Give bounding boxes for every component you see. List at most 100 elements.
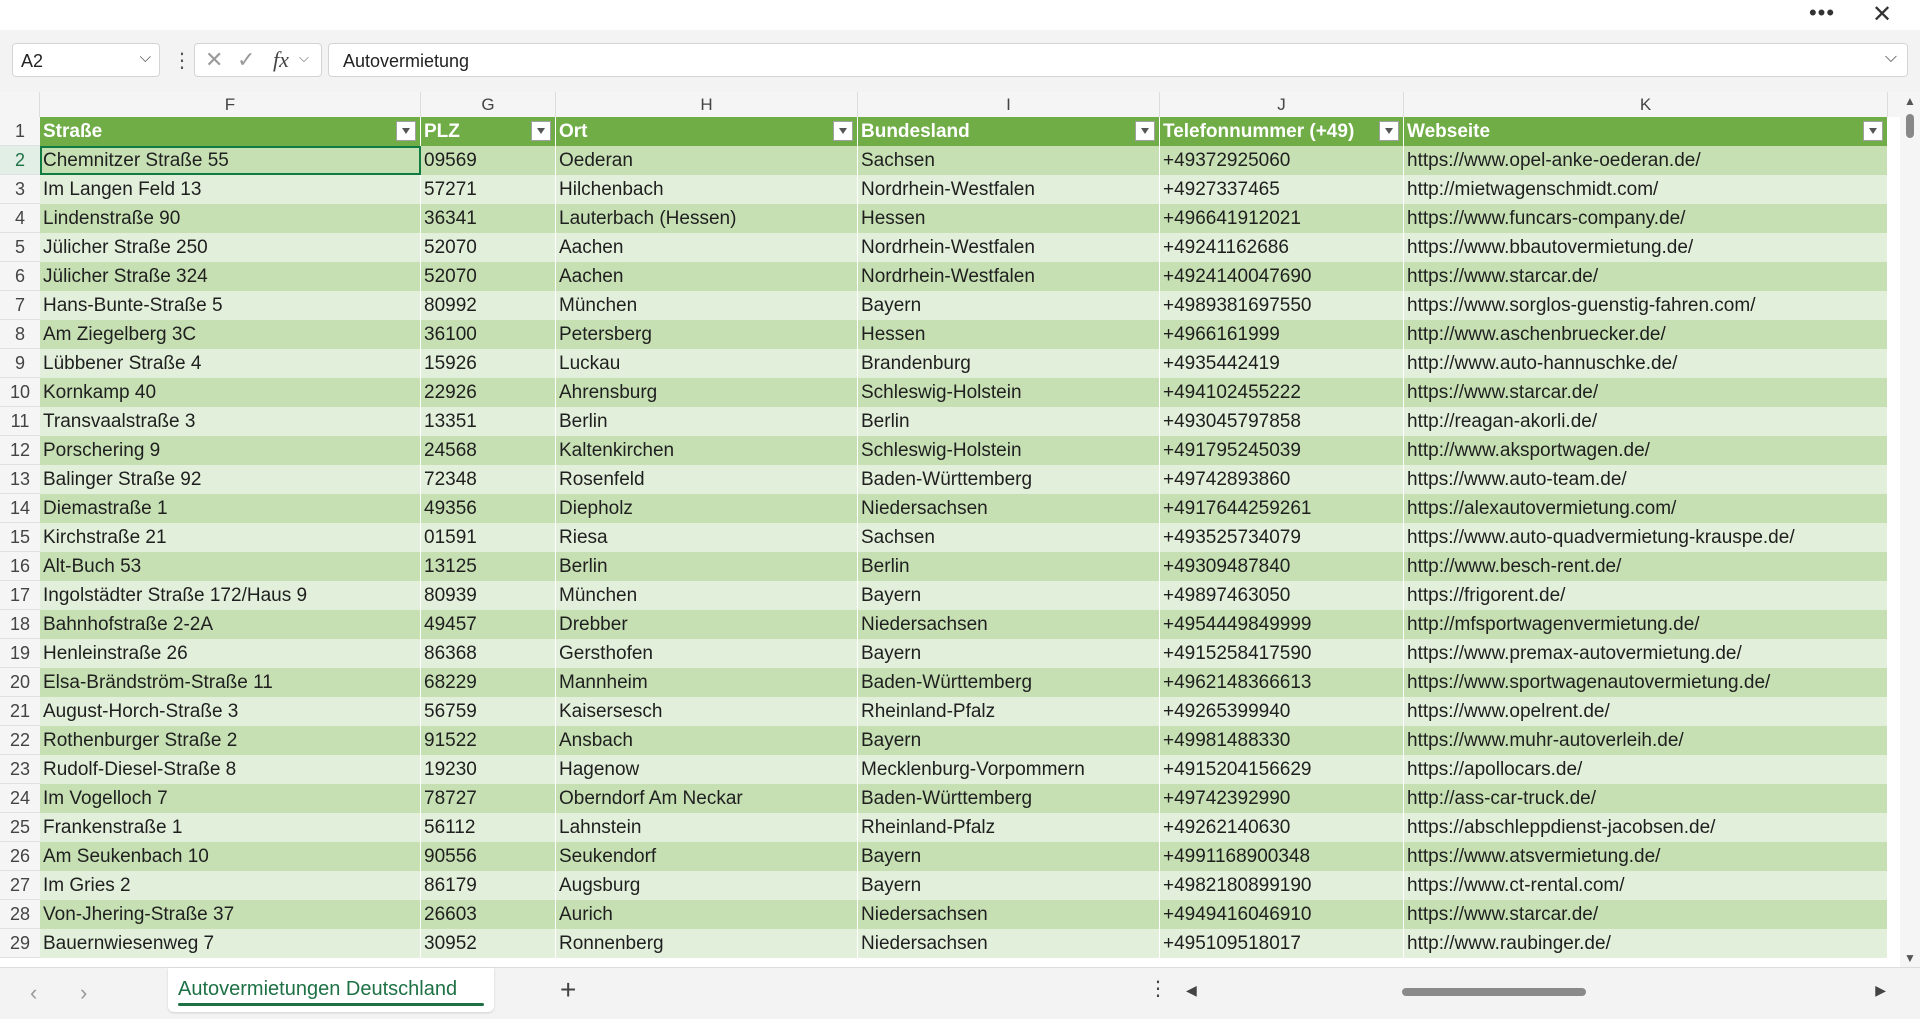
table-cell[interactable]: Berlin <box>858 407 1160 436</box>
table-cell[interactable]: https://www.atsvermietung.de/ <box>1404 842 1888 871</box>
table-cell[interactable]: http://mietwagenschmidt.com/ <box>1404 175 1888 204</box>
insert-function-icon[interactable]: fx <box>273 47 289 73</box>
table-cell[interactable]: Rothenburger Straße 2 <box>40 726 421 755</box>
column-title-cell[interactable]: Ort <box>556 117 858 146</box>
table-cell[interactable]: 36100 <box>421 320 556 349</box>
expand-formula-icon[interactable]: ⌵ <box>1885 49 1897 67</box>
column-header-j[interactable]: J <box>1160 92 1404 117</box>
table-cell[interactable]: 22926 <box>421 378 556 407</box>
table-cell[interactable]: https://frigorent.de/ <box>1404 581 1888 610</box>
table-cell[interactable]: Ronnenberg <box>556 929 858 958</box>
vertical-scroll-thumb[interactable] <box>1906 114 1914 138</box>
table-cell[interactable]: Von-Jhering-Straße 37 <box>40 900 421 929</box>
table-cell[interactable]: 24568 <box>421 436 556 465</box>
column-title-cell[interactable]: Straße <box>40 117 421 146</box>
table-cell[interactable]: Rheinland-Pfalz <box>858 697 1160 726</box>
table-cell[interactable]: 56112 <box>421 813 556 842</box>
chevron-down-icon[interactable]: ⌵ <box>299 50 309 66</box>
table-cell[interactable]: Bayern <box>858 291 1160 320</box>
table-cell[interactable]: Rosenfeld <box>556 465 858 494</box>
row-number[interactable]: 22 <box>0 726 40 755</box>
table-cell[interactable]: +493045797858 <box>1160 407 1404 436</box>
table-cell[interactable]: Brandenburg <box>858 349 1160 378</box>
table-cell[interactable]: Diepholz <box>556 494 858 523</box>
table-cell[interactable]: 56759 <box>421 697 556 726</box>
table-cell[interactable]: http://www.aksportwagen.de/ <box>1404 436 1888 465</box>
scroll-down-icon[interactable]: ▼ <box>1904 951 1916 965</box>
table-cell[interactable]: Petersberg <box>556 320 858 349</box>
table-cell[interactable]: https://www.starcar.de/ <box>1404 900 1888 929</box>
filter-dropdown-icon[interactable] <box>531 121 551 141</box>
table-cell[interactable]: Aurich <box>556 900 858 929</box>
table-cell[interactable]: Kaltenkirchen <box>556 436 858 465</box>
table-cell[interactable]: https://www.opel-anke-oederan.de/ <box>1404 146 1888 175</box>
row-number[interactable]: 29 <box>0 929 40 958</box>
table-cell[interactable]: +49372925060 <box>1160 146 1404 175</box>
table-cell[interactable]: Jülicher Straße 324 <box>40 262 421 291</box>
table-cell[interactable]: +4927337465 <box>1160 175 1404 204</box>
row-number[interactable]: 17 <box>0 581 40 610</box>
sheet-tab-active[interactable]: Autovermietungen Deutschland <box>168 968 494 1012</box>
table-cell[interactable]: +496641912021 <box>1160 204 1404 233</box>
table-cell[interactable]: 49457 <box>421 610 556 639</box>
scroll-right-icon[interactable]: ▶ <box>1875 982 1886 999</box>
scroll-left-icon[interactable]: ◀ <box>1186 982 1197 999</box>
filter-dropdown-icon[interactable] <box>833 121 853 141</box>
table-cell[interactable]: Jülicher Straße 250 <box>40 233 421 262</box>
table-cell[interactable]: http://www.raubinger.de/ <box>1404 929 1888 958</box>
table-cell[interactable]: http://www.auto-hannuschke.de/ <box>1404 349 1888 378</box>
table-cell[interactable]: Hessen <box>858 204 1160 233</box>
table-cell[interactable]: Berlin <box>556 407 858 436</box>
table-cell[interactable]: +4962148366613 <box>1160 668 1404 697</box>
filter-dropdown-icon[interactable] <box>1379 121 1399 141</box>
table-cell[interactable]: Sachsen <box>858 146 1160 175</box>
table-cell[interactable]: 30952 <box>421 929 556 958</box>
row-number[interactable]: 5 <box>0 233 40 262</box>
table-cell[interactable]: Am Ziegelberg 3C <box>40 320 421 349</box>
table-cell[interactable]: Niedersachsen <box>858 929 1160 958</box>
table-cell[interactable]: +4935442419 <box>1160 349 1404 378</box>
table-cell[interactable]: Ahrensburg <box>556 378 858 407</box>
table-cell[interactable]: Henleinstraße 26 <box>40 639 421 668</box>
table-cell[interactable]: http://mfsportwagenvermietung.de/ <box>1404 610 1888 639</box>
table-cell[interactable]: +49742392990 <box>1160 784 1404 813</box>
table-cell[interactable]: Im Langen Feld 13 <box>40 175 421 204</box>
table-cell[interactable]: Riesa <box>556 523 858 552</box>
table-cell[interactable]: Baden-Württemberg <box>858 668 1160 697</box>
row-number[interactable]: 4 <box>0 204 40 233</box>
table-cell[interactable]: 36341 <box>421 204 556 233</box>
table-cell[interactable]: Berlin <box>556 552 858 581</box>
table-cell[interactable]: +4949416046910 <box>1160 900 1404 929</box>
table-cell[interactable]: Transvaalstraße 3 <box>40 407 421 436</box>
row-number[interactable]: 25 <box>0 813 40 842</box>
row-number[interactable]: 1 <box>0 117 40 146</box>
table-cell[interactable]: 57271 <box>421 175 556 204</box>
table-cell[interactable]: https://www.ct-rental.com/ <box>1404 871 1888 900</box>
table-cell[interactable]: +49742893860 <box>1160 465 1404 494</box>
table-cell[interactable]: https://www.opelrent.de/ <box>1404 697 1888 726</box>
table-cell[interactable]: Mecklenburg-Vorpommern <box>858 755 1160 784</box>
table-cell[interactable]: Oberndorf Am Neckar <box>556 784 858 813</box>
table-cell[interactable]: Schleswig-Holstein <box>858 436 1160 465</box>
column-header-f[interactable]: F <box>40 92 421 117</box>
table-cell[interactable]: Nordrhein-Westfalen <box>858 262 1160 291</box>
table-cell[interactable]: 15926 <box>421 349 556 378</box>
row-number[interactable]: 9 <box>0 349 40 378</box>
row-number[interactable]: 20 <box>0 668 40 697</box>
table-cell[interactable]: 52070 <box>421 262 556 291</box>
table-cell[interactable]: https://www.bbautovermietung.de/ <box>1404 233 1888 262</box>
table-cell[interactable]: 52070 <box>421 233 556 262</box>
table-cell[interactable]: Alt-Buch 53 <box>40 552 421 581</box>
table-cell[interactable]: https://abschleppdienst-jacobsen.de/ <box>1404 813 1888 842</box>
scroll-up-icon[interactable]: ▲ <box>1904 94 1916 108</box>
table-cell[interactable]: Augsburg <box>556 871 858 900</box>
table-cell[interactable]: 80939 <box>421 581 556 610</box>
filter-dropdown-icon[interactable] <box>396 121 416 141</box>
table-cell[interactable]: Ansbach <box>556 726 858 755</box>
row-number[interactable]: 10 <box>0 378 40 407</box>
filter-dropdown-icon[interactable] <box>1863 121 1883 141</box>
table-cell[interactable]: Niedersachsen <box>858 610 1160 639</box>
table-cell[interactable]: Ingolstädter Straße 172/Haus 9 <box>40 581 421 610</box>
table-cell[interactable]: 49356 <box>421 494 556 523</box>
table-cell[interactable]: Baden-Württemberg <box>858 784 1160 813</box>
